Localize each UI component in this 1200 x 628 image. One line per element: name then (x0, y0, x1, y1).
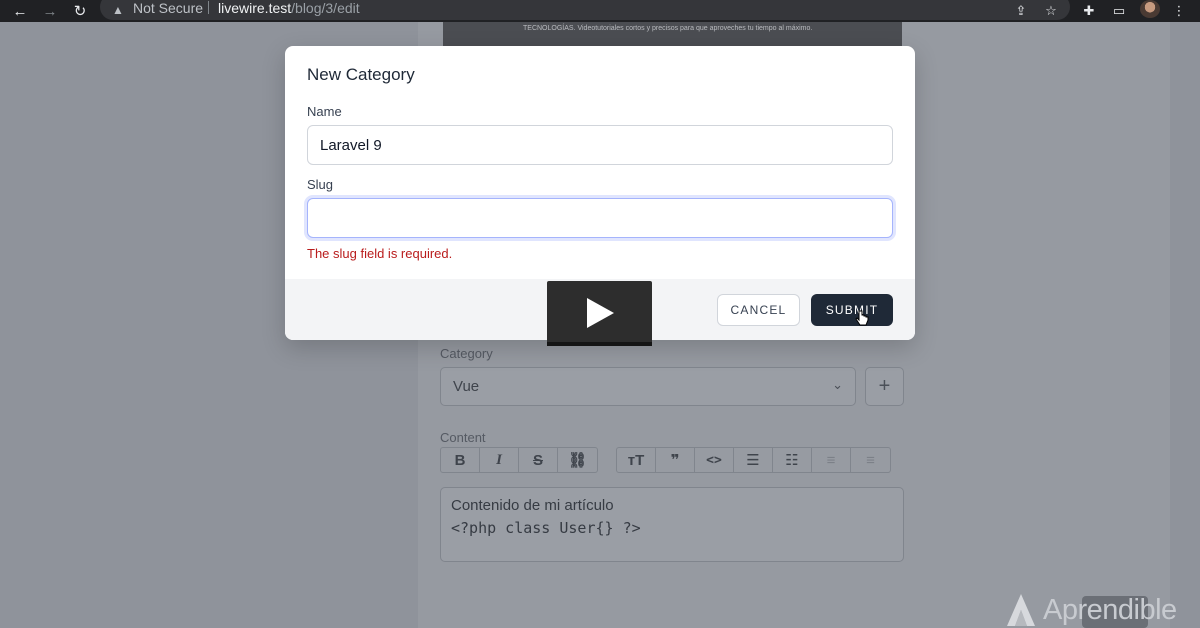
url-text[interactable]: livewire.test/blog/3/edit (218, 0, 360, 16)
bullet-list-icon[interactable]: ☰ (734, 448, 773, 472)
brand-name: Aprendible (1043, 594, 1177, 626)
video-progress-bar (547, 342, 652, 346)
add-category-button[interactable]: + (865, 367, 904, 406)
modal-title: New Category (307, 65, 415, 84)
chevron-down-icon: ⌄ (832, 377, 843, 392)
editor-toolbar-formatting: B I S ⛓ (440, 447, 598, 473)
address-divider (208, 1, 209, 14)
decrease-indent-icon[interactable]: ≡ (812, 448, 851, 472)
heading-icon[interactable]: ᴛT (617, 448, 656, 472)
browser-toolbar: ← → ↻ ▲ Not Secure livewire.test/blog/3/… (0, 0, 1200, 22)
category-label: Category (440, 346, 493, 361)
content-editor[interactable]: Contenido de mi artículo <?php class Use… (440, 487, 904, 562)
content-label: Content (440, 430, 486, 445)
plus-icon: + (878, 375, 891, 397)
category-selected-value: Vue (453, 378, 480, 395)
cancel-button[interactable]: CANCEL (717, 294, 800, 326)
url-path: /blog/3/edit (291, 0, 360, 16)
menu-dots-icon[interactable]: ⋮ (1168, 0, 1190, 22)
editor-toolbar-blocks: ᴛT ❞ <> ☰ ☷ ≡ ≡ (616, 447, 891, 473)
banner-text: TECNOLOGÍAS. Videotutoriales cortos y pr… (523, 25, 813, 32)
brand-watermark: Aprendible (1005, 592, 1195, 628)
cast-icon[interactable]: ▭ (1108, 0, 1130, 22)
name-label: Name (307, 104, 342, 119)
code-icon[interactable]: <> (695, 448, 734, 472)
submit-button[interactable]: SUBMIT (811, 294, 893, 326)
url-host: livewire.test (218, 0, 292, 16)
brand-logo-icon (1007, 594, 1035, 626)
italic-icon[interactable]: I (480, 448, 519, 472)
forward-arrow-icon[interactable]: → (38, 0, 62, 22)
address-bar[interactable]: ▲ Not Secure livewire.test/blog/3/edit (100, 0, 1070, 20)
numbered-list-icon[interactable]: ☷ (773, 448, 812, 472)
image-banner: TECNOLOGÍAS. Videotutoriales cortos y pr… (443, 22, 902, 46)
name-input[interactable] (307, 125, 893, 165)
hand-cursor-icon (855, 310, 869, 326)
security-label[interactable]: Not Secure (133, 0, 203, 16)
back-arrow-icon[interactable]: ← (8, 0, 32, 22)
bold-icon[interactable]: B (441, 448, 480, 472)
video-play-button[interactable] (547, 281, 652, 346)
extensions-icon[interactable]: ✚ (1078, 0, 1100, 22)
warning-icon[interactable]: ▲ (112, 3, 124, 17)
star-icon[interactable]: ☆ (1040, 0, 1062, 22)
play-icon (587, 298, 614, 328)
category-select[interactable]: Vue ⌄ (440, 367, 856, 406)
slug-error-message: The slug field is required. (307, 246, 453, 261)
increase-indent-icon[interactable]: ≡ (851, 448, 890, 472)
slug-input[interactable] (307, 198, 893, 238)
link-icon[interactable]: ⛓ (558, 448, 597, 472)
quote-icon[interactable]: ❞ (656, 448, 695, 472)
strikethrough-icon[interactable]: S (519, 448, 558, 472)
reload-icon[interactable]: ↻ (68, 0, 92, 22)
editor-text-line: Contenido de mi artículo (451, 497, 614, 514)
editor-code-line: <?php class User{} ?> (451, 519, 641, 537)
profile-avatar[interactable] (1140, 0, 1160, 18)
share-icon[interactable]: ⇪ (1010, 0, 1032, 22)
slug-label: Slug (307, 177, 334, 192)
